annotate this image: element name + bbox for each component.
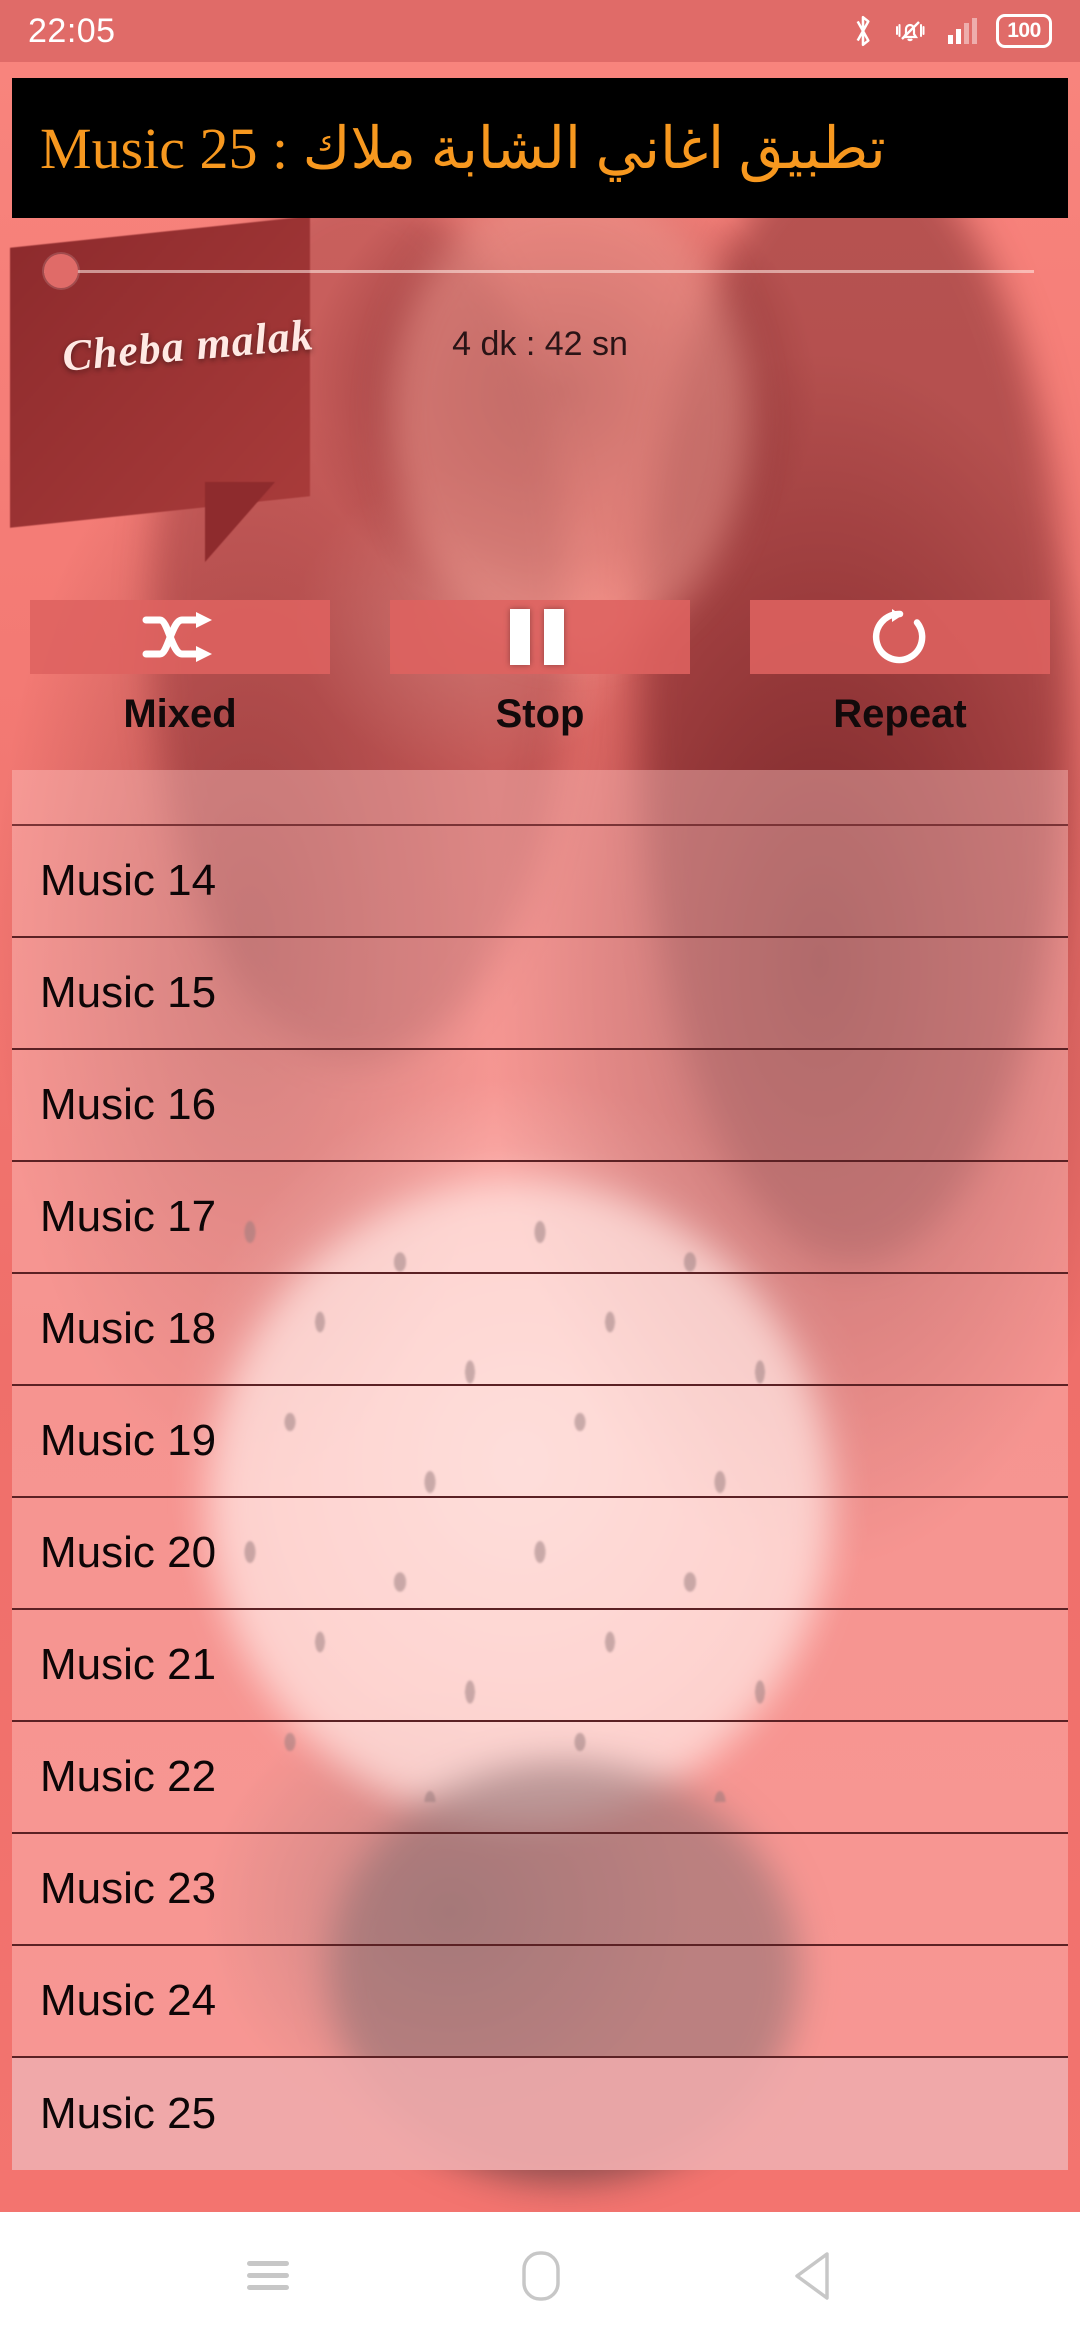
control-mixed[interactable]: Mixed bbox=[30, 600, 330, 737]
track-list-item-label: Music 21 bbox=[40, 1640, 217, 1689]
track-list-item-label: Music 23 bbox=[40, 1864, 217, 1913]
track-list-item[interactable]: Music 18 bbox=[12, 1274, 1068, 1386]
playback-controls: Mixed Stop Repeat bbox=[0, 600, 1080, 737]
track-list-item[interactable]: Music 14 bbox=[12, 826, 1068, 938]
track-list-item-label: Music 16 bbox=[40, 1080, 217, 1129]
track-list-item[interactable]: Music 16 bbox=[12, 1050, 1068, 1162]
back-icon[interactable] bbox=[791, 2250, 835, 2302]
track-list-item[interactable]: Music 23 bbox=[12, 1834, 1068, 1946]
track-list-item-label: Music 17 bbox=[40, 1192, 217, 1241]
track-list-item-label: Music 25 bbox=[40, 2089, 217, 2138]
track-list-item[interactable]: Music 24 bbox=[12, 1946, 1068, 2058]
repeat-button[interactable] bbox=[750, 600, 1050, 674]
home-icon[interactable] bbox=[521, 2250, 561, 2302]
battery-level-text: 100 bbox=[1007, 19, 1041, 42]
mixed-label: Mixed bbox=[123, 692, 237, 736]
shuffle-icon bbox=[142, 612, 212, 662]
track-list-item-label: Music 14 bbox=[40, 856, 217, 905]
silent-mode-icon bbox=[896, 21, 925, 42]
recents-icon[interactable] bbox=[245, 2256, 291, 2296]
bluetooth-icon bbox=[856, 15, 870, 47]
track-list[interactable]: Music 13 Music 14 Music 15 Music 16 Music 17… bbox=[12, 770, 1068, 2210]
seek-bar[interactable] bbox=[44, 254, 1034, 288]
track-list-item[interactable]: Music 25 bbox=[12, 2058, 1068, 2170]
seek-bar-thumb[interactable] bbox=[44, 254, 78, 288]
track-list-item-label: Music 19 bbox=[40, 1416, 217, 1465]
track-list-item[interactable]: Music 15 bbox=[12, 938, 1068, 1050]
track-title-marquee: تطبيق اغاني الشابة ملاك : Music 25 bbox=[40, 116, 886, 181]
track-duration: 4 dk : 42 sn bbox=[452, 325, 628, 363]
track-list-item[interactable]: Music 13 bbox=[12, 770, 1068, 826]
track-list-item-label: Music 15 bbox=[40, 968, 217, 1017]
status-clock: 22:05 bbox=[28, 11, 116, 50]
track-list-item-label: Music 20 bbox=[40, 1528, 217, 1577]
track-list-item-label: Music 22 bbox=[40, 1752, 217, 1801]
seek-bar-track bbox=[44, 270, 1034, 273]
artwork-face bbox=[390, 182, 750, 652]
artwork-poster-tail bbox=[205, 482, 275, 562]
track-list-item[interactable]: Music 22 bbox=[12, 1722, 1068, 1834]
pause-icon bbox=[510, 609, 570, 665]
track-list-item[interactable]: Music 17 bbox=[12, 1162, 1068, 1274]
battery-icon: 100 bbox=[996, 14, 1052, 48]
repeat-icon bbox=[872, 609, 926, 664]
signal-icon bbox=[948, 18, 977, 44]
status-icons: 100 bbox=[850, 14, 1052, 48]
track-list-item-label: Music 24 bbox=[40, 1976, 217, 2025]
stop-label: Stop bbox=[495, 692, 585, 736]
android-nav-bar bbox=[0, 2212, 1080, 2340]
track-list-item[interactable]: Music 20 bbox=[12, 1498, 1068, 1610]
mixed-button[interactable] bbox=[30, 600, 330, 674]
track-title-banner: تطبيق اغاني الشابة ملاك : Music 25 bbox=[12, 78, 1068, 218]
stop-button[interactable] bbox=[390, 600, 690, 674]
track-list-item-label: Music 18 bbox=[40, 1304, 217, 1353]
status-bar: 22:05 100 bbox=[0, 0, 1080, 62]
control-stop[interactable]: Stop bbox=[390, 600, 690, 737]
track-list-item[interactable]: Music 21 bbox=[12, 1610, 1068, 1722]
repeat-label: Repeat bbox=[833, 692, 967, 736]
track-list-item[interactable]: Music 19 bbox=[12, 1386, 1068, 1498]
control-repeat[interactable]: Repeat bbox=[750, 600, 1050, 737]
